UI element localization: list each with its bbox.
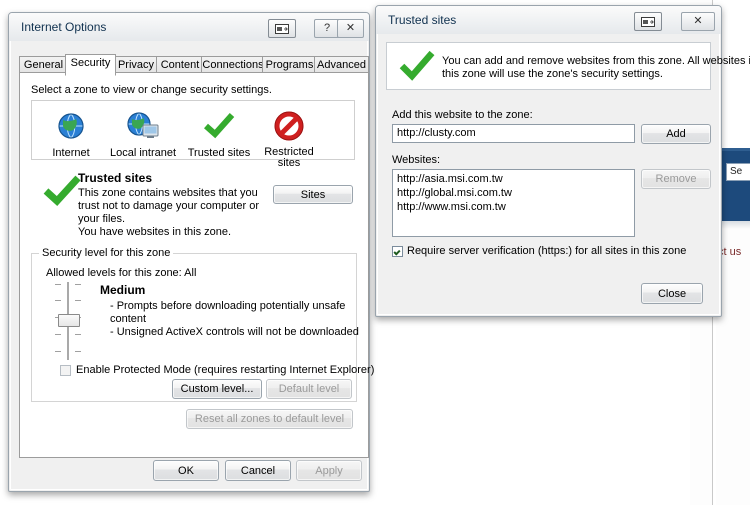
list-item[interactable]: http://asia.msi.com.tw (393, 172, 634, 186)
close-glyph: ✕ (693, 15, 703, 27)
selected-zone-desc-3: your files. (78, 213, 126, 225)
help-glyph: ? (323, 22, 331, 34)
apply-button[interactable]: Apply (296, 460, 362, 481)
trusted-sites-title: Trusted sites (388, 13, 457, 27)
cancel-button[interactable]: Cancel (225, 460, 291, 481)
restore-glyph (641, 16, 655, 27)
ok-button[interactable]: OK (153, 460, 219, 481)
selected-zone-icon (42, 173, 82, 213)
red-prohibition-icon (254, 109, 324, 143)
security-level-bullet-2: - Unsigned ActiveX controls will not be … (110, 326, 359, 338)
add-website-input[interactable]: http://clusty.com (392, 124, 635, 143)
slider-tick (55, 334, 61, 335)
restore-icon[interactable] (268, 19, 296, 38)
restore-glyph (275, 23, 289, 34)
slider-tick (75, 334, 81, 335)
close-icon[interactable]: ✕ (681, 12, 715, 31)
slider-tick (75, 284, 81, 285)
security-level-slider[interactable] (53, 282, 83, 360)
globe-icon (36, 109, 106, 143)
security-level-group-label: Security level for this zone (39, 247, 174, 259)
banner-line-2: this zone will use the zone's security s… (442, 68, 663, 80)
zone-item-internet[interactable]: Internet (36, 109, 106, 159)
slider-tick (75, 351, 81, 352)
tab-security[interactable]: Security (65, 54, 116, 76)
zone-item-restricted-sites[interactable]: Restricted sites (254, 109, 324, 169)
zone-prompt: Select a zone to view or change security… (31, 84, 272, 96)
slider-thumb[interactable] (58, 314, 80, 327)
slider-tick (55, 300, 61, 301)
internet-options-window: Internet Options ? ✕ General Security Pr… (8, 12, 374, 492)
banner-line-1: You can add and remove websites from thi… (442, 55, 750, 67)
websites-label: Websites: (392, 154, 441, 166)
zone-label-internet: Internet (52, 147, 90, 159)
selected-zone-desc-2: trust not to damage your computer or (78, 200, 259, 212)
enable-protected-mode-checkbox[interactable] (60, 365, 71, 376)
green-check-icon (399, 49, 435, 86)
zone-selector: Internet Local intranet Trusted sites Re… (31, 100, 355, 169)
zone-item-local-intranet[interactable]: Local intranet (108, 109, 178, 159)
trusted-sites-banner: You can add and remove websites from thi… (386, 42, 750, 90)
add-website-label: Add this website to the zone: (392, 109, 533, 121)
reset-all-zones-button[interactable]: Reset all zones to default level (186, 409, 353, 429)
slider-tick (75, 300, 81, 301)
enable-protected-mode-label: Enable Protected Mode (requires restarti… (76, 364, 375, 376)
require-server-verification-checkbox[interactable] (392, 246, 403, 257)
zone-label-restricted-sites: Restricted sites (264, 146, 314, 169)
zone-label-trusted-sites: Trusted sites (187, 147, 251, 159)
zone-item-trusted-sites[interactable]: Trusted sites (184, 109, 254, 159)
security-tab-page: Select a zone to view or change security… (19, 72, 374, 458)
close-button[interactable]: Close (641, 283, 703, 304)
close-icon[interactable]: ✕ (337, 19, 364, 38)
green-check-icon (184, 109, 254, 143)
trusted-sites-titlebar[interactable]: Trusted sites ✕ (376, 6, 721, 34)
allowed-levels-label: Allowed levels for this zone: All (46, 267, 197, 279)
restore-icon[interactable] (634, 12, 662, 31)
globe-monitor-icon (108, 109, 178, 143)
security-level-name: Medium (100, 283, 146, 297)
internet-options-title: Internet Options (21, 20, 107, 34)
require-server-verification-label: Require server verification (https:) for… (407, 245, 687, 257)
slider-tick (55, 284, 61, 285)
selected-zone-desc-4: You have websites in this zone. (78, 226, 232, 238)
background-contact-link[interactable]: ct us (718, 246, 750, 260)
trusted-sites-window: Trusted sites ✕ You can add and remove w… (375, 5, 750, 317)
security-level-bullet-1b: content (110, 313, 147, 325)
sites-button[interactable]: Sites (273, 185, 353, 204)
internet-options-titlebar[interactable]: Internet Options ? ✕ (9, 13, 369, 41)
default-level-button[interactable]: Default level (266, 379, 352, 399)
slider-tick (55, 351, 61, 352)
custom-level-button[interactable]: Custom level... (172, 379, 262, 399)
zone-label-local-intranet: Local intranet (109, 147, 177, 159)
selected-zone-desc-1: This zone contains websites that you (78, 187, 258, 199)
list-item[interactable]: http://global.msi.com.tw (393, 186, 634, 200)
websites-listbox[interactable]: http://asia.msi.com.tw http://global.msi… (392, 169, 635, 237)
add-button[interactable]: Add (641, 124, 711, 144)
tabstrip: General Security Privacy Content Connect… (19, 54, 369, 76)
background-search-input[interactable]: Se (726, 163, 750, 181)
list-item[interactable]: http://www.msi.com.tw (393, 200, 634, 214)
selected-zone-name: Trusted sites (78, 171, 153, 185)
remove-button[interactable]: Remove (641, 169, 711, 189)
close-glyph: ✕ (345, 22, 356, 34)
security-level-bullet-1a: - Prompts before downloading potentially… (110, 300, 346, 312)
